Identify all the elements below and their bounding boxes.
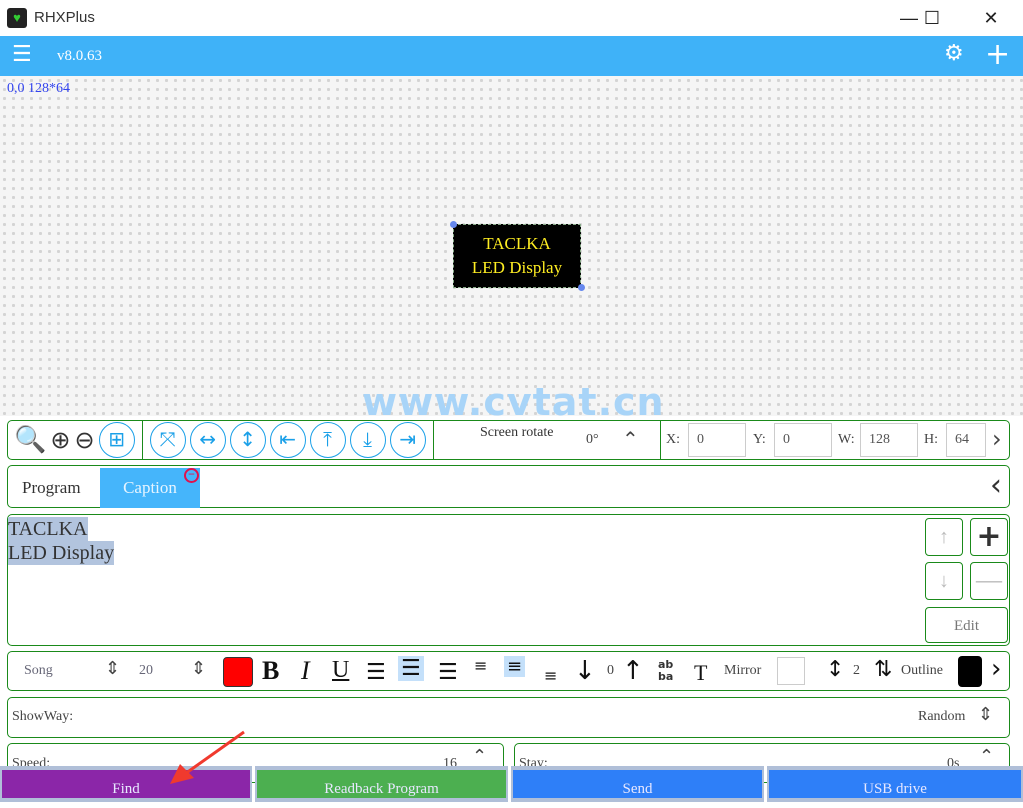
line-spacing-icon[interactable]: ↕ [826, 657, 844, 682]
showway-value[interactable]: Random [918, 709, 965, 725]
format-bar: Song ⇕ 20 ⇕ B I U ☰ ☰ ☰ ≡ ≡ ≡ ↓ 0 ↑ ab ba… [7, 651, 1010, 691]
chevron-left-icon[interactable]: ‹ [990, 468, 1002, 503]
h-input[interactable]: 64 [946, 423, 986, 457]
underline-button[interactable]: U [332, 657, 349, 684]
arrow-up-icon[interactable]: ↑ [622, 656, 644, 686]
swap-text-icon[interactable]: ab ba [658, 659, 673, 683]
window-title: RHXPlus [34, 9, 95, 26]
font-select[interactable]: Song [24, 663, 53, 679]
font-stepper-icon[interactable]: ⇕ [105, 658, 120, 679]
showway-stepper-icon[interactable]: ⇕ [978, 704, 993, 725]
rotate-value[interactable]: 0° [586, 432, 599, 448]
w-label: W: [838, 432, 855, 447]
move-down-button[interactable]: ↓ [925, 562, 963, 600]
w-input[interactable]: 128 [860, 423, 918, 457]
menu-icon[interactable]: ☰ [12, 42, 32, 67]
close-button[interactable]: ✕ [968, 4, 1014, 32]
caption-editor[interactable]: TACLKA LED Display ↑ + ↓ — Edit [7, 514, 1010, 646]
char-spacing-icon[interactable]: ⇅ [874, 657, 892, 682]
size-stepper-icon[interactable]: ⇕ [191, 658, 206, 679]
preview-line: TACLKA [483, 234, 551, 253]
add-item-button[interactable]: + [970, 518, 1008, 556]
h-label: H: [924, 432, 938, 447]
horizontal-center-icon[interactable]: ↔ [189, 422, 226, 458]
valign-top-icon[interactable]: ≡ [474, 656, 487, 675]
speed-up-icon[interactable]: ⌃ [472, 746, 487, 767]
align-center-icon[interactable]: ☰ [398, 656, 424, 681]
coords-readout: 0,0 128*64 [7, 81, 70, 96]
italic-button[interactable]: I [301, 656, 310, 686]
bold-button[interactable]: B [262, 656, 279, 686]
editor-line: TACLKA [8, 517, 88, 541]
editor-line: LED Display [8, 541, 115, 565]
top-bar: ☰ v8.0.63 ⚙ + [0, 36, 1023, 76]
y-label: Y: [753, 432, 766, 447]
size-value[interactable]: 20 [139, 663, 153, 679]
rotate-stepper-icon[interactable]: ⌃ [622, 427, 639, 452]
remove-item-button[interactable]: — [970, 562, 1008, 600]
arrow-down-icon[interactable]: ↓ [574, 656, 596, 686]
valign-bottom-icon[interactable]: ≡ [544, 666, 557, 685]
remove-tab-icon[interactable]: − [184, 468, 199, 483]
x-label: X: [666, 432, 680, 447]
send-button[interactable]: Send [511, 766, 764, 802]
align-left-icon[interactable]: ⇤ [269, 422, 306, 458]
zoom-in-icon[interactable]: ⊕ [50, 426, 70, 454]
tab-bar: Program Caption − ‹ [7, 465, 1010, 508]
mirror-label: Mirror [724, 663, 762, 678]
fit-screen-icon[interactable]: ⤧ [149, 422, 186, 458]
gear-icon[interactable]: ⚙ [944, 41, 964, 66]
stay-up-icon[interactable]: ⌃ [979, 746, 994, 767]
design-canvas[interactable]: 0,0 128*64 TACLKA LED Display www.cvtat.… [0, 76, 1023, 424]
screen-rotate-label: Screen rotate [480, 425, 554, 440]
outline-color-swatch[interactable] [958, 656, 982, 687]
align-right-icon[interactable]: ☰ [438, 660, 458, 685]
resize-handle[interactable] [578, 284, 585, 291]
app-logo-icon: ♥ [7, 8, 27, 28]
align-right-icon[interactable]: ⇥ [389, 422, 426, 458]
version-label: v8.0.63 [57, 48, 102, 64]
text-color-swatch[interactable] [223, 657, 253, 687]
outline-label: Outline [901, 663, 943, 678]
mirror-checkbox[interactable] [777, 657, 805, 685]
title-bar: ♥ RHXPlus — ☐ ✕ [0, 0, 1023, 36]
watermark: www.cvtat.cn [362, 380, 665, 424]
showway-label: ShowWay: [12, 709, 74, 724]
edit-button[interactable]: Edit [925, 607, 1008, 643]
usb-drive-button[interactable]: USB drive [767, 766, 1023, 802]
spacing-value[interactable]: 2 [853, 663, 860, 679]
grid-icon[interactable]: ⊞ [98, 422, 135, 458]
zoom-out-icon[interactable]: ⊖ [74, 426, 94, 454]
tab-program[interactable]: Program [22, 478, 81, 498]
align-left-icon[interactable]: ☰ [366, 660, 386, 685]
search-icon[interactable]: 🔍 [14, 425, 46, 455]
vertical-center-icon[interactable]: ↕ [229, 422, 266, 458]
offset-value[interactable]: 0 [607, 663, 614, 679]
align-bottom-icon[interactable]: ⤓ [349, 422, 386, 458]
resize-handle[interactable] [450, 221, 457, 228]
toolbar: 🔍 ⊕ ⊖ ⊞ ⤧ ↔ ↕ ⇤ ⤒ ⤓ ⇥ Screen rotate 0° ⌃… [7, 420, 1010, 460]
preview-line: LED Display [471, 258, 563, 277]
maximize-button[interactable]: ☐ [909, 4, 955, 32]
add-icon[interactable]: + [985, 37, 1010, 72]
align-top-icon[interactable]: ⤒ [309, 422, 346, 458]
led-preview[interactable]: TACLKA LED Display [453, 224, 581, 288]
valign-middle-icon[interactable]: ≡ [504, 656, 526, 677]
x-input[interactable]: 0 [688, 423, 746, 457]
chevron-right-icon[interactable]: › [992, 425, 1002, 453]
annotation-arrow-icon [170, 730, 245, 784]
move-up-button[interactable]: ↑ [925, 518, 963, 556]
rotate-text-icon[interactable]: T [694, 660, 707, 686]
y-input[interactable]: 0 [774, 423, 832, 457]
chevron-right-icon[interactable]: › [991, 654, 1001, 684]
showway-row[interactable]: ShowWay: Random ⇕ [7, 697, 1010, 738]
readback-program-button[interactable]: Readback Program [255, 766, 508, 802]
